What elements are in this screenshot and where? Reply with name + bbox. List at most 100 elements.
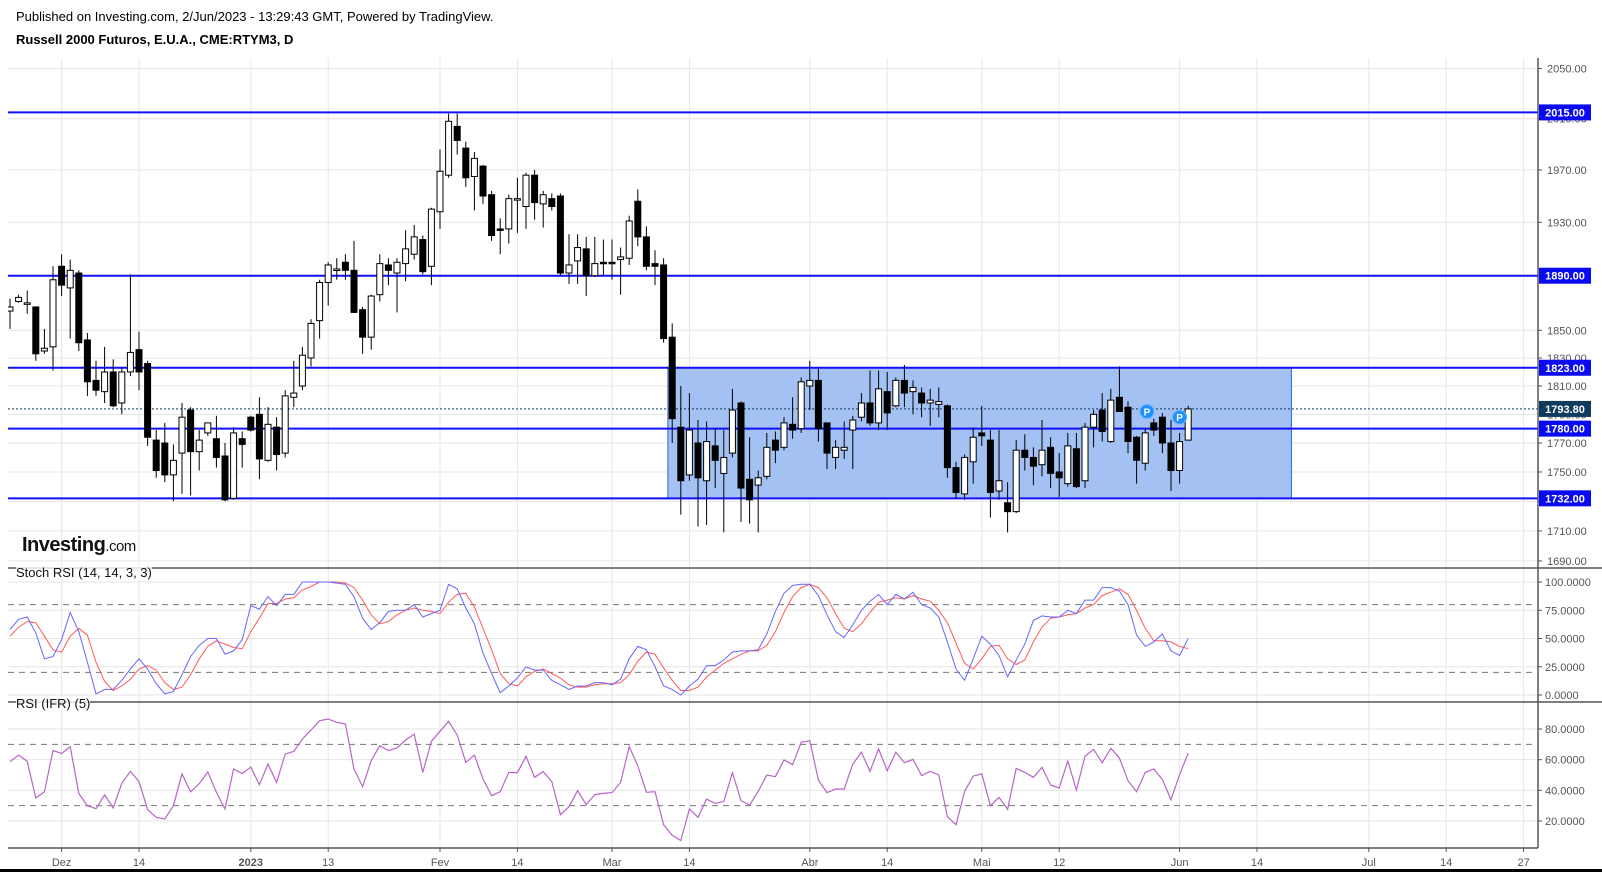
candle-bullish: [333, 268, 341, 271]
candle-bullish: [427, 208, 435, 267]
price-tick-label: 1930.00: [1547, 217, 1587, 229]
candle-bullish: [402, 248, 410, 265]
price-tick-label: 2050.00: [1547, 64, 1587, 76]
rsi-title: RSI (IFR) (5): [16, 696, 91, 711]
candle-bearish: [350, 269, 358, 313]
candle-bullish: [935, 401, 943, 405]
candle-bearish: [462, 147, 470, 179]
candle-bearish: [144, 363, 152, 438]
candle-bearish: [1047, 446, 1055, 474]
candle-bearish: [273, 426, 281, 456]
time-tick-label: Jun: [1171, 857, 1189, 869]
rsi-tick-label: 80.0000: [1545, 724, 1585, 736]
candle-bullish: [470, 157, 478, 177]
candle-bullish: [539, 194, 547, 205]
rsi-tick-label: 20.0000: [1545, 816, 1585, 828]
candle-bullish: [909, 386, 917, 393]
candle-bullish: [126, 351, 134, 373]
time-tick-label: Fev: [431, 857, 450, 869]
time-tick-label: Mai: [973, 857, 991, 869]
candle-bullish: [961, 456, 969, 495]
rsi-tick-label: 60.0000: [1545, 755, 1585, 767]
candle-bullish: [1038, 449, 1046, 466]
candle-bullish: [66, 269, 74, 289]
candle-bullish: [410, 236, 418, 255]
candle-bearish: [943, 405, 951, 469]
price-tick-label: 1810.00: [1547, 381, 1587, 393]
candle-bearish: [479, 165, 487, 197]
candle-bullish: [728, 409, 736, 454]
candle-bearish: [247, 416, 255, 431]
candle-bullish: [281, 395, 289, 454]
candle-bullish: [445, 120, 453, 176]
candle-bearish: [608, 261, 616, 265]
current-price-badge-label: 1793.80: [1545, 404, 1585, 416]
candle-bearish: [599, 261, 607, 265]
candle-bullish: [204, 422, 212, 434]
candle-bearish: [109, 371, 117, 407]
candle-bullish: [1141, 432, 1149, 464]
candle-bearish: [789, 423, 797, 431]
candle-bullish: [797, 381, 805, 430]
candle-bearish: [83, 339, 91, 383]
candle-bearish: [918, 392, 926, 404]
stoch-tick-label: 50.0000: [1545, 634, 1585, 646]
candles-group: [8, 113, 1192, 533]
candle-bullish: [685, 429, 693, 476]
candle-bearish: [453, 125, 461, 141]
time-tick-label: Abr: [801, 857, 818, 869]
time-tick-label: 14: [683, 857, 695, 869]
time-tick-label: Jul: [1362, 857, 1376, 869]
price-tick-label: 1750.00: [1547, 467, 1587, 479]
candle-bullish: [1081, 426, 1089, 482]
investing-logo: Investing.com: [22, 534, 136, 557]
candle-bearish: [58, 265, 66, 286]
candle-bullish: [763, 446, 771, 477]
candle-bullish: [505, 198, 513, 230]
price-tick-label: 1850.00: [1547, 325, 1587, 337]
candle-bullish: [316, 281, 324, 322]
candle-bullish: [806, 379, 814, 387]
candle-bullish: [101, 371, 109, 393]
candle-bearish: [1150, 422, 1158, 431]
candle-bearish: [238, 438, 246, 445]
candle-bullish: [926, 399, 934, 404]
candle-bearish: [1055, 471, 1063, 479]
logo-brand: Investing: [22, 534, 106, 556]
candle-bullish: [857, 402, 865, 418]
candle-bullish: [169, 459, 177, 476]
time-tick-label: 14: [1251, 857, 1263, 869]
candle-bullish: [1107, 399, 1115, 443]
candle-bearish: [582, 248, 590, 277]
price-tick-label: 1970.00: [1547, 165, 1587, 177]
candle-bearish: [900, 379, 908, 394]
candle-bullish: [892, 379, 900, 407]
candle-bearish: [978, 432, 986, 437]
candle-bullish: [195, 439, 203, 453]
candle-bearish: [986, 439, 994, 493]
candle-bullish: [290, 392, 298, 398]
candle-bearish: [92, 379, 100, 391]
candle-bearish: [823, 422, 831, 454]
symbol-title: Russell 2000 Futuros, E.U.A., CME:RTYM3,…: [16, 32, 294, 47]
level-price-badge-label: 1780.00: [1545, 424, 1585, 436]
level-price-badge-label: 2015.00: [1545, 107, 1585, 119]
candle-bearish: [1072, 448, 1080, 488]
level-price-badge-label: 1890.00: [1545, 271, 1585, 283]
candle-bullish: [436, 170, 444, 213]
candle-bearish: [677, 426, 685, 482]
candle-bearish: [1029, 456, 1037, 467]
candle-bullish: [513, 198, 521, 201]
candle-bearish: [1004, 502, 1012, 513]
time-tick-label: 2023: [239, 857, 263, 869]
candle-bullish: [1012, 449, 1020, 513]
candle-bearish: [548, 198, 556, 208]
candle-bearish: [771, 439, 779, 451]
candle-bearish: [1158, 416, 1166, 444]
chart-canvas[interactable]: PP2050.002010.001970.001930.001890.00185…: [0, 0, 1602, 872]
candle-bearish: [359, 309, 367, 338]
candle-bearish: [75, 272, 83, 344]
candle-bullish: [230, 432, 238, 499]
candle-bearish: [488, 194, 496, 237]
candle-bullish: [591, 263, 599, 277]
